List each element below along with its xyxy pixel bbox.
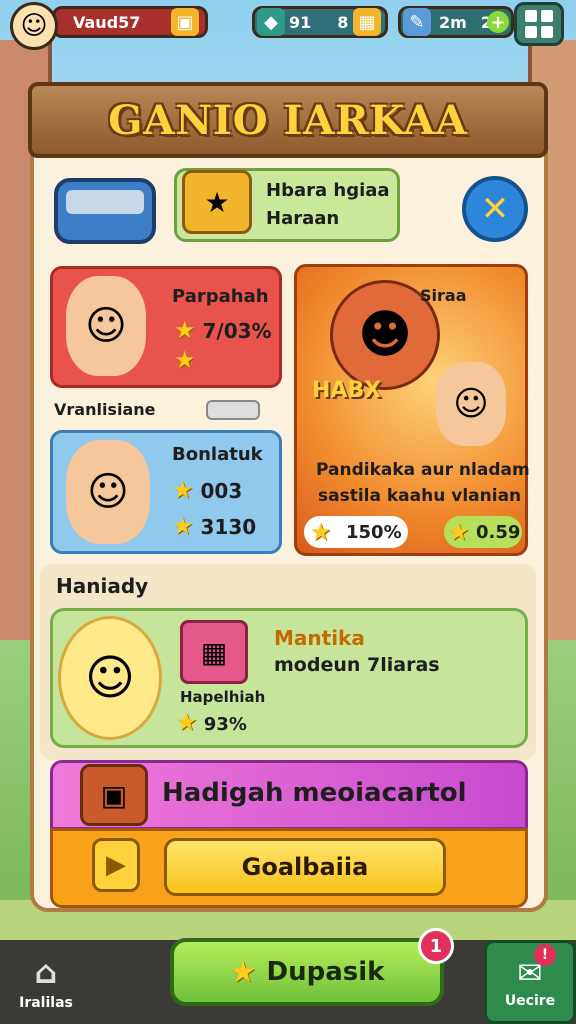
kid-character-icon: ☺ bbox=[436, 362, 506, 446]
chest-icon: ▣ bbox=[171, 8, 199, 36]
star-icon: ★ bbox=[172, 476, 194, 504]
card-c-stat2-pill: ★ 0.59 bbox=[444, 516, 522, 548]
gem-icon: ◆ bbox=[257, 8, 285, 36]
notification-badge: 1 bbox=[418, 928, 454, 964]
mission-subtitle: modeun 7liaras bbox=[274, 654, 440, 676]
star-icon: ★ bbox=[310, 518, 332, 546]
page-title: GANIO IARKAA bbox=[108, 96, 468, 144]
energy-pill[interactable]: ✎ 2m 2 + bbox=[398, 6, 514, 38]
machine-icon: ▦ bbox=[180, 620, 248, 684]
box-icon: ▦ bbox=[353, 8, 381, 36]
star-icon: ★ bbox=[174, 316, 196, 344]
treasure-icon: ★ bbox=[182, 170, 252, 234]
card-b-label: Bonlatuk bbox=[172, 444, 263, 465]
subhead-label: Vranlisiane bbox=[54, 400, 156, 419]
add-icon[interactable]: + bbox=[487, 11, 509, 33]
progress-icon bbox=[206, 400, 260, 420]
card-b-stat2-row: ★ 3130 bbox=[172, 512, 256, 540]
card-c-stat1-pill: ★ 150% bbox=[304, 516, 408, 548]
mission-stat: 93% bbox=[203, 714, 247, 735]
chest-icon: ▣ bbox=[80, 764, 148, 826]
star-icon: ★ bbox=[174, 346, 196, 374]
grid-icon bbox=[525, 10, 537, 22]
gems-pill[interactable]: ◆ 91 8 ▦ bbox=[252, 6, 388, 38]
alert-badge-icon: ! bbox=[534, 944, 556, 966]
card-c-desc-1: Pandikaka aur nladam bbox=[316, 460, 530, 480]
top-resource-bar: Vaud57 ▣ ☺ ◆ 91 8 ▦ ✎ 2m 2 + bbox=[0, 0, 576, 50]
card-c-label: Siraa bbox=[420, 286, 467, 305]
nav-messages[interactable]: ✉ Uecire bbox=[484, 940, 576, 1024]
player-avatar[interactable]: ☺ bbox=[10, 2, 58, 50]
grid-menu-button[interactable] bbox=[514, 2, 564, 46]
coins-pill[interactable]: Vaud57 ▣ bbox=[52, 6, 208, 38]
nav-home-label: Iralilas bbox=[19, 995, 73, 1011]
card-a-label: Parpahah bbox=[172, 286, 269, 307]
gems-value-a: 91 bbox=[289, 12, 312, 32]
avatar-icon: ☺ bbox=[20, 11, 48, 41]
offer-line-1: Hbara hgiaa bbox=[266, 180, 390, 201]
grid-icon-cell bbox=[525, 26, 537, 38]
mission-title: Mantika bbox=[274, 626, 365, 650]
close-icon: ✕ bbox=[480, 189, 510, 229]
energy-value-a: 2m bbox=[439, 12, 467, 32]
section-heading: Haniady bbox=[56, 574, 149, 598]
play-icon: ▶ bbox=[106, 850, 126, 880]
card-c-stat2: 0.59 bbox=[476, 521, 521, 543]
offer-line-2: Haraan bbox=[266, 208, 340, 229]
subhead-strip: Vranlisiane bbox=[50, 398, 282, 424]
card-a-stat-row: ★ 7/03% bbox=[174, 316, 272, 344]
home-icon: ⌂ bbox=[34, 953, 58, 991]
promo-title: Hadigah meoiacartol bbox=[162, 778, 467, 808]
card-a-stat: 7/03% bbox=[202, 319, 272, 343]
star-icon: ★ bbox=[176, 708, 198, 736]
pencil-icon: ✎ bbox=[403, 8, 431, 36]
grid-icon-cell bbox=[541, 10, 553, 22]
profile-character-icon: ☺ bbox=[58, 616, 162, 740]
play-button[interactable]: ▶ bbox=[92, 838, 140, 892]
grid-icon-cell bbox=[541, 26, 553, 38]
title-banner: GANIO IARKAA bbox=[28, 82, 548, 158]
claim-button[interactable]: Goalbaiia bbox=[164, 838, 446, 896]
mission-small-label: Hapelhiah bbox=[180, 688, 266, 706]
coins-value: Vaud57 bbox=[73, 12, 141, 32]
mission-stat-row: ★ 93% bbox=[176, 708, 247, 736]
painter-character-icon: ☺ bbox=[66, 440, 150, 544]
card-c-stat1: 150% bbox=[346, 521, 402, 543]
star-icon: ★ bbox=[172, 512, 194, 540]
nav-messages-label: Uecire bbox=[504, 992, 556, 1009]
card-c-badge: HABX bbox=[312, 378, 382, 403]
card-c-desc-2: sastila kaahu vlanian bbox=[318, 486, 522, 506]
center-action-button[interactable]: ★ Dupasik bbox=[170, 938, 444, 1006]
star-icon: ★ bbox=[229, 954, 257, 990]
card-b-stat1: 003 bbox=[200, 479, 243, 503]
star-icon: ★ bbox=[448, 518, 470, 546]
close-button[interactable]: ✕ bbox=[462, 176, 528, 242]
controller-screen bbox=[66, 190, 144, 214]
card-b-stat1-row: ★ 003 bbox=[172, 476, 242, 504]
gems-value-b: 8 bbox=[337, 12, 349, 32]
card-b-stat2: 3130 bbox=[200, 515, 257, 539]
center-action-label: Dupasik bbox=[266, 957, 385, 987]
nav-home[interactable]: ⌂ Iralilas bbox=[0, 940, 92, 1024]
farmer-character-icon: ☺ bbox=[66, 276, 146, 376]
